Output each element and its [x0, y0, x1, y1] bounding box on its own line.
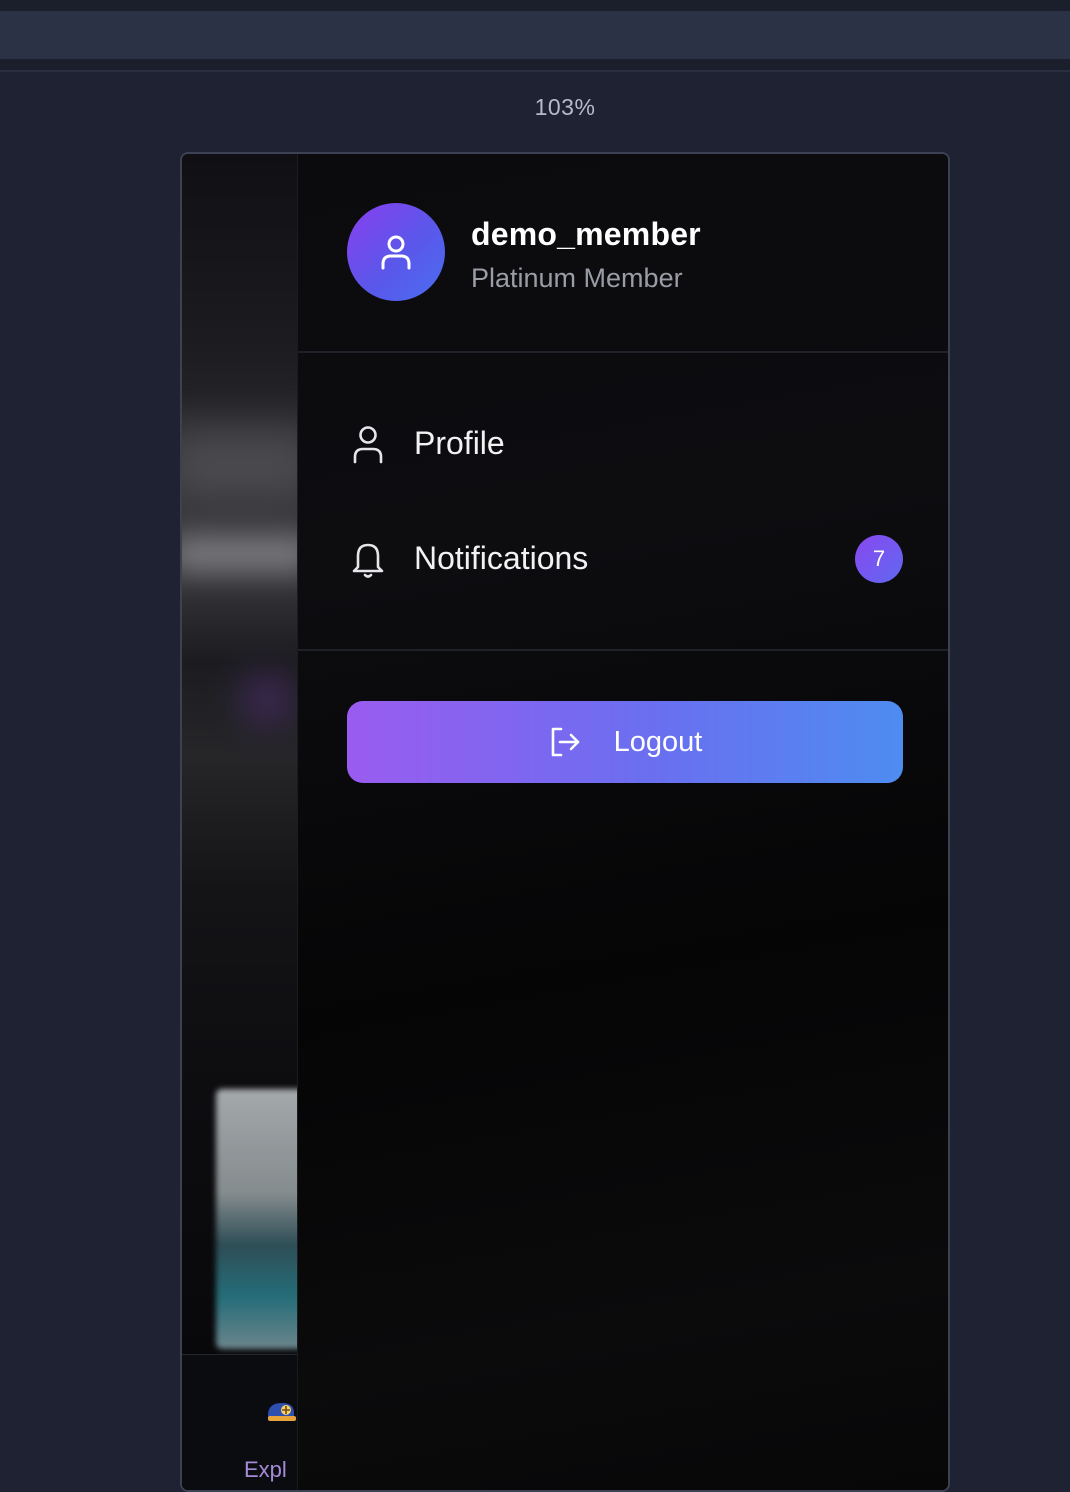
background-app[interactable]: Expl: [182, 154, 298, 1490]
browser-toolbar: [0, 0, 1070, 72]
member-tier: Platinum Member: [471, 263, 683, 293]
device-frame: Expl demo_member Platinum Member Profile: [180, 152, 950, 1492]
browser-address-bar[interactable]: [0, 11, 1070, 59]
bell-icon: [352, 543, 384, 578]
user-icon: [381, 235, 411, 270]
menu-item-profile[interactable]: Profile: [298, 404, 948, 484]
background-tab-bar: Expl: [182, 1354, 298, 1490]
menu-item-label: Profile: [414, 425, 505, 461]
toolbar-divider: [0, 70, 1070, 72]
notification-count-badge: 7: [855, 535, 903, 583]
menu-item-notifications[interactable]: Notifications 7: [298, 519, 948, 599]
zoom-level: 103%: [534, 94, 596, 120]
username: demo_member: [471, 216, 701, 252]
user-icon: [353, 426, 383, 464]
side-drawer: demo_member Platinum Member Profile Noti…: [297, 154, 948, 1490]
logout-button[interactable]: Logout: [347, 701, 903, 783]
explore-icon[interactable]: [266, 1401, 296, 1423]
menu-item-label: Notifications: [414, 540, 589, 576]
logout-icon: [551, 727, 579, 757]
drawer-menu: Profile Notifications 7: [298, 353, 948, 651]
logout-label: Logout: [613, 725, 703, 758]
drawer-header: demo_member Platinum Member: [298, 154, 948, 353]
background-card-image: [216, 1089, 298, 1349]
tab-explore-label[interactable]: Expl: [244, 1457, 287, 1483]
avatar[interactable]: [347, 203, 445, 301]
